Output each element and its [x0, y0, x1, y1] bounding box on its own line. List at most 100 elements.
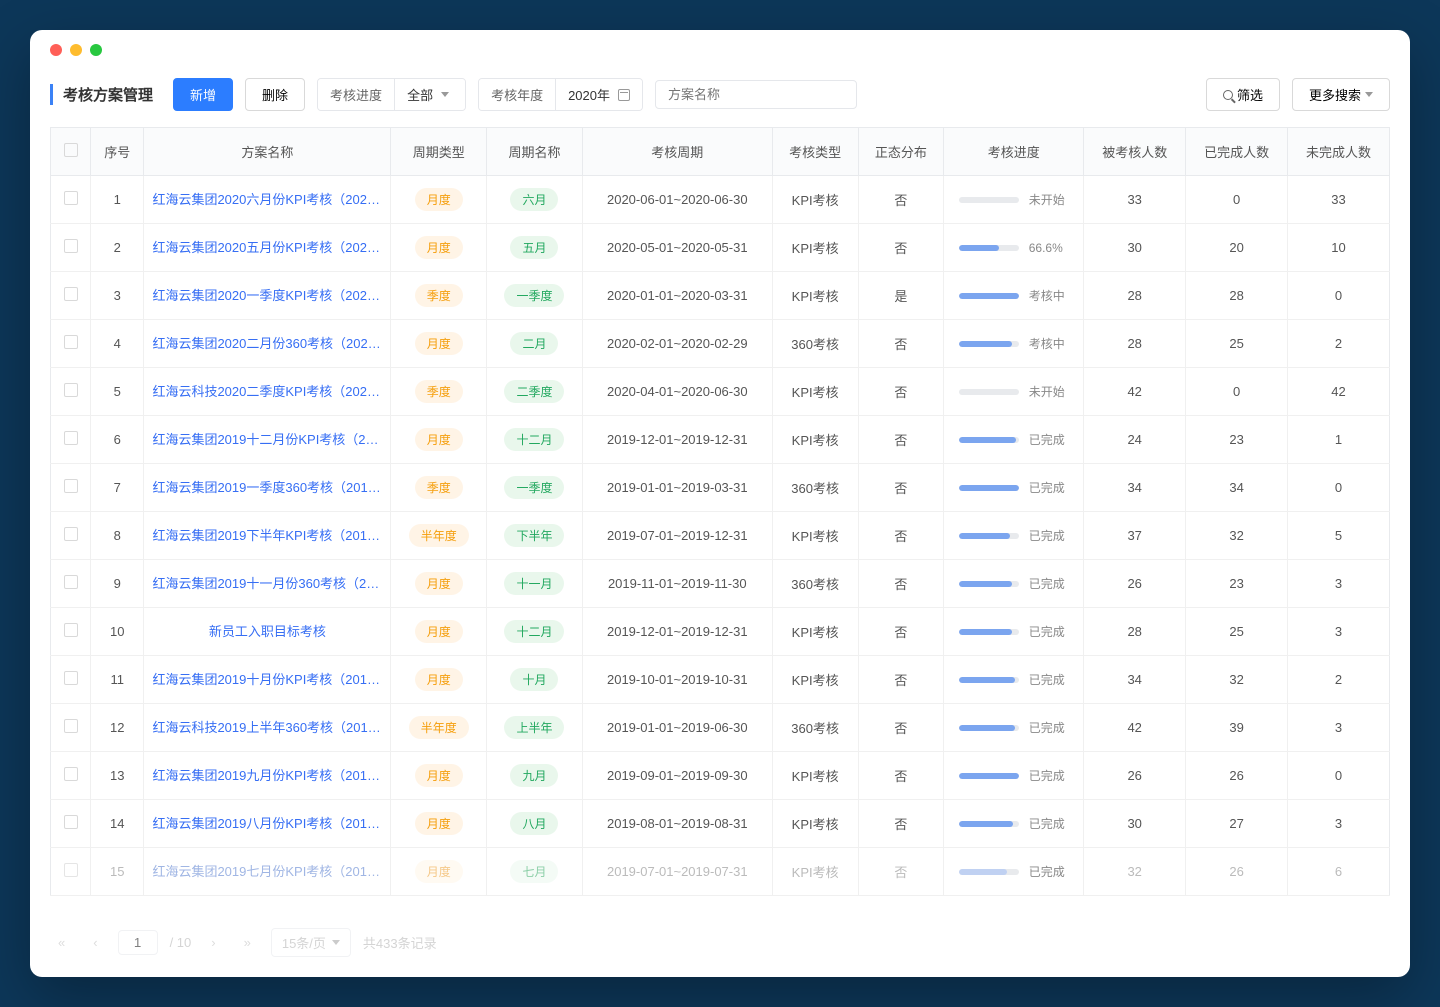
col-pname: 周期名称 — [487, 128, 583, 176]
progress-text: 已完成 — [1029, 767, 1069, 784]
row-checkbox[interactable] — [64, 623, 78, 637]
plan-name-link[interactable]: 红海云集团2020六月份KPI考核（2020-06… — [152, 189, 382, 208]
plan-name-link[interactable]: 红海云集团2019八月份KPI考核（2019-08… — [152, 813, 382, 832]
plan-name-link[interactable]: 红海云集团2019下半年KPI考核（2019-07… — [152, 525, 382, 544]
col-period: 考核周期 — [582, 128, 772, 176]
progress-cell: 已完成 — [952, 431, 1075, 448]
cell-period: 2020-02-01~2020-02-29 — [582, 320, 772, 368]
cell-normal: 是 — [858, 272, 944, 320]
row-checkbox[interactable] — [64, 383, 78, 397]
page-input[interactable] — [118, 930, 158, 955]
cell-ktype: 360考核 — [772, 560, 858, 608]
table-row: 11 红海云集团2019十月份KPI考核（2019-10… 月度 十月 2019… — [51, 656, 1390, 704]
row-checkbox[interactable] — [64, 239, 78, 253]
cell-done: 25 — [1186, 608, 1288, 656]
col-total: 被考核人数 — [1084, 128, 1186, 176]
last-page-button[interactable]: » — [236, 931, 259, 954]
row-checkbox[interactable] — [64, 575, 78, 589]
period-type-tag: 月度 — [415, 668, 463, 691]
cell-period: 2019-12-01~2019-12-31 — [582, 608, 772, 656]
close-icon[interactable] — [50, 44, 62, 56]
table-row: 7 红海云集团2019一季度360考核（2019-01… 季度 一季度 2019… — [51, 464, 1390, 512]
plan-name-link[interactable]: 红海云集团2020二月份360考核（2020-02… — [152, 333, 382, 352]
table-row: 14 红海云集团2019八月份KPI考核（2019-08… 月度 八月 2019… — [51, 800, 1390, 848]
period-type-tag: 月度 — [415, 236, 463, 259]
row-checkbox[interactable] — [64, 191, 78, 205]
page-title: 考核方案管理 — [50, 84, 153, 105]
row-checkbox[interactable] — [64, 863, 78, 877]
cell-normal: 否 — [858, 656, 944, 704]
plan-name-link[interactable]: 红海云集团2019一季度360考核（2019-01… — [152, 477, 382, 496]
plan-name-link[interactable]: 红海云科技2020二季度KPI考核（2020-04… — [152, 381, 382, 400]
app-window: 考核方案管理 新增 删除 考核进度 全部 考核年度 2020年 筛选 更多搜索 — [30, 30, 1410, 977]
year-filter-select[interactable]: 2020年 — [556, 79, 642, 110]
progress-cell: 未开始 — [952, 383, 1075, 400]
cell-total: 32 — [1084, 848, 1186, 896]
progress-filter-select[interactable]: 全部 — [395, 79, 465, 110]
next-page-button[interactable]: › — [203, 931, 223, 954]
row-checkbox[interactable] — [64, 287, 78, 301]
cell-normal: 否 — [858, 416, 944, 464]
progress-bar — [959, 629, 1019, 635]
search-icon — [1223, 90, 1233, 100]
cell-total: 28 — [1084, 320, 1186, 368]
plan-name-link[interactable]: 红海云集团2019十一月份360考核（2019-… — [152, 573, 382, 592]
add-button[interactable]: 新增 — [173, 78, 233, 111]
period-name-tag: 六月 — [510, 188, 558, 211]
select-all-checkbox[interactable] — [64, 143, 78, 157]
cell-undone: 0 — [1288, 752, 1390, 800]
cell-undone: 3 — [1288, 800, 1390, 848]
progress-text: 已完成 — [1029, 479, 1069, 496]
cell-total: 34 — [1084, 464, 1186, 512]
filter-button[interactable]: 筛选 — [1206, 78, 1280, 111]
progress-text: 已完成 — [1029, 815, 1069, 832]
cell-normal: 否 — [858, 464, 944, 512]
row-checkbox[interactable] — [64, 527, 78, 541]
table-row: 1 红海云集团2020六月份KPI考核（2020-06… 月度 六月 2020-… — [51, 176, 1390, 224]
period-type-tag: 季度 — [415, 284, 463, 307]
row-checkbox[interactable] — [64, 431, 78, 445]
cell-index: 12 — [91, 704, 144, 752]
cell-total: 28 — [1084, 608, 1186, 656]
plan-name-link[interactable]: 红海云集团2019十二月份KPI考核（2019-… — [152, 429, 382, 448]
minimize-icon[interactable] — [70, 44, 82, 56]
plan-name-link[interactable]: 新员工入职目标考核 — [209, 621, 326, 640]
year-filter[interactable]: 考核年度 2020年 — [478, 78, 643, 111]
progress-text: 已完成 — [1029, 623, 1069, 640]
row-checkbox[interactable] — [64, 335, 78, 349]
row-checkbox[interactable] — [64, 767, 78, 781]
progress-cell: 未开始 — [952, 191, 1075, 208]
row-checkbox[interactable] — [64, 671, 78, 685]
plan-name-link[interactable]: 红海云集团2019九月份KPI考核（2019-09… — [152, 765, 382, 784]
delete-button[interactable]: 删除 — [245, 78, 305, 111]
period-name-tag: 二月 — [510, 332, 558, 355]
plan-name-link[interactable]: 红海云集团2020一季度KPI考核（2020-01… — [152, 285, 382, 304]
period-type-tag: 月度 — [415, 332, 463, 355]
first-page-button[interactable]: « — [50, 931, 73, 954]
cell-index: 11 — [91, 656, 144, 704]
search-input[interactable] — [655, 80, 857, 109]
prev-page-button[interactable]: ‹ — [85, 931, 105, 954]
progress-bar — [959, 725, 1019, 731]
row-checkbox[interactable] — [64, 719, 78, 733]
plan-name-link[interactable]: 红海云集团2020五月份KPI考核（2020-05… — [152, 237, 382, 256]
plan-name-link[interactable]: 红海云集团2019七月份KPI考核（2019-07… — [152, 861, 382, 880]
row-checkbox[interactable] — [64, 479, 78, 493]
cell-ktype: KPI考核 — [772, 800, 858, 848]
maximize-icon[interactable] — [90, 44, 102, 56]
cell-total: 42 — [1084, 368, 1186, 416]
cell-ktype: KPI考核 — [772, 656, 858, 704]
progress-filter[interactable]: 考核进度 全部 — [317, 78, 466, 111]
plan-name-link[interactable]: 红海云集团2019十月份KPI考核（2019-10… — [152, 669, 382, 688]
cell-ktype: KPI考核 — [772, 608, 858, 656]
period-name-tag: 二季度 — [504, 380, 564, 403]
plan-name-link[interactable]: 红海云科技2019上半年360考核（2019-01… — [152, 717, 382, 736]
page-size-select[interactable]: 15条/页 — [271, 928, 351, 957]
cell-total: 37 — [1084, 512, 1186, 560]
more-search-button[interactable]: 更多搜索 — [1292, 78, 1390, 111]
row-checkbox[interactable] — [64, 815, 78, 829]
cell-undone: 3 — [1288, 704, 1390, 752]
table-row: 6 红海云集团2019十二月份KPI考核（2019-… 月度 十二月 2019-… — [51, 416, 1390, 464]
cell-normal: 否 — [858, 224, 944, 272]
cell-ktype: KPI考核 — [772, 272, 858, 320]
